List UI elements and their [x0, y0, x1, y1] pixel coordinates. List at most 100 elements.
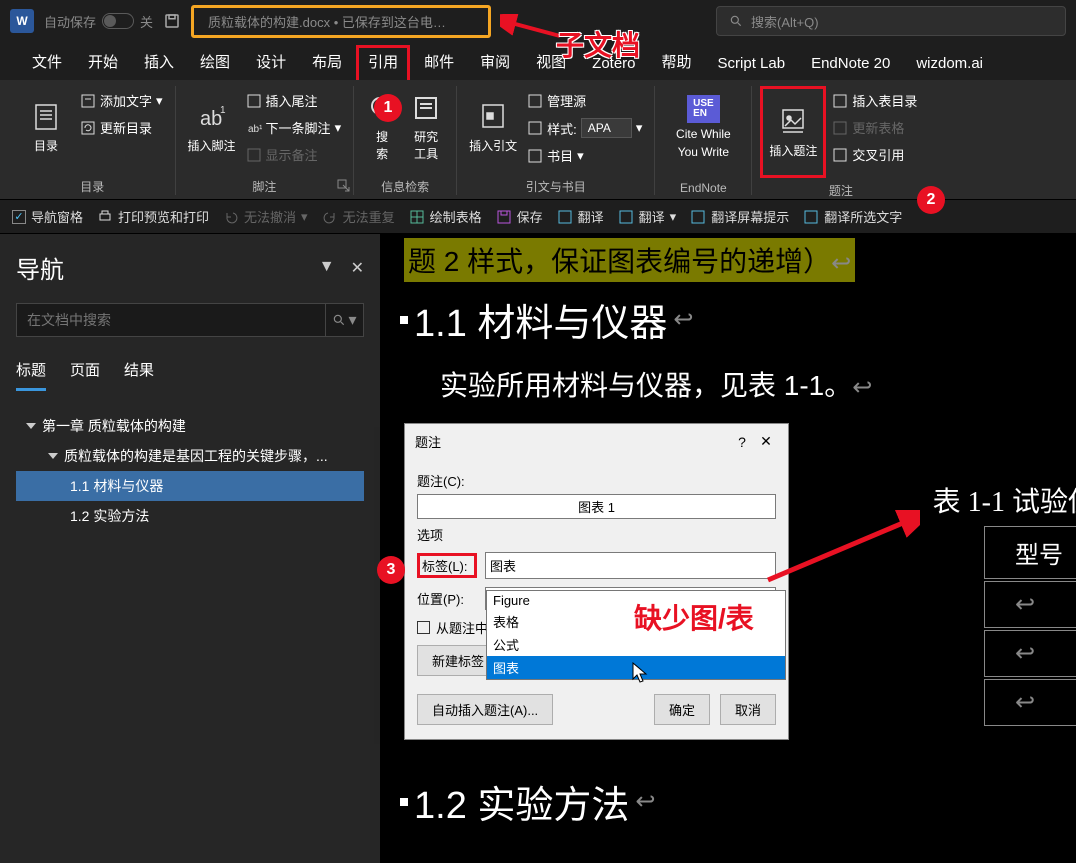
insert-footnote-button[interactable]: ab1 插入脚注: [184, 86, 240, 168]
translate-button-1[interactable]: 翻译: [557, 207, 604, 226]
nav-title: 导航 ▼ ✕: [16, 250, 364, 285]
heading-1-2: 1.2 实验方法↩: [400, 774, 656, 829]
show-notes-button: 显示备注: [242, 142, 346, 167]
search-input[interactable]: 搜索(Alt+Q): [716, 6, 1066, 36]
annotation-badge-3: 3: [377, 556, 405, 584]
checkbox-checked-icon: [12, 210, 26, 224]
close-icon[interactable]: ✕: [754, 433, 778, 450]
translate-hint-button[interactable]: 翻译屏幕提示: [690, 207, 789, 226]
search-icon: [729, 14, 743, 28]
document-title[interactable]: 质粒载体的构建.docx • 已保存到这台电…: [191, 5, 491, 38]
outline-item[interactable]: 1.2 实验方法: [16, 501, 364, 531]
ribbon-group-footnote: ab1 插入脚注 插入尾注 ab¹下一条脚注 ▾ 显示备注 脚注: [176, 86, 355, 195]
annotation-missing: 缺少图/表: [634, 597, 754, 637]
manage-sources-button[interactable]: 管理源: [523, 88, 646, 113]
group-label: 信息检索: [381, 174, 429, 195]
table-fragment: 型号 ↩ ↩ ↩: [982, 524, 1076, 728]
dialog-title: 题注: [415, 432, 730, 451]
tab-引用[interactable]: 引用: [356, 45, 410, 80]
chevron-down-icon[interactable]: ▼: [319, 258, 335, 278]
cancel-button[interactable]: 取消: [720, 694, 776, 725]
outline-item[interactable]: 1.1 材料与仪器: [16, 471, 364, 501]
update-table-button: 更新表格: [828, 115, 921, 140]
nav-tabs: 标题页面结果: [16, 359, 364, 391]
tab-插入[interactable]: 插入: [132, 45, 186, 80]
autosave-toggle[interactable]: 自动保存 关: [44, 12, 153, 31]
annotation-badge-2: 2: [917, 186, 945, 214]
exclude-checkbox[interactable]: [417, 621, 430, 634]
bibliography-button[interactable]: 书目 ▾: [523, 143, 646, 168]
navigation-pane: 导航 ▼ ✕ ▾ 标题页面结果 第一章 质粒载体的构建质粒载体的构建是基因工程的…: [0, 234, 380, 863]
annotation-badge-1: 1: [374, 94, 402, 122]
nav-tab-0[interactable]: 标题: [16, 359, 46, 391]
label-select[interactable]: 图表: [485, 552, 776, 579]
options-label: 选项: [417, 525, 776, 544]
dialog-launcher-icon[interactable]: [337, 179, 351, 193]
nav-tab-2[interactable]: 结果: [124, 359, 154, 391]
tab-文件[interactable]: 文件: [20, 45, 74, 80]
ribbon-group-caption: 插入题注 插入表目录 更新表格 交叉引用 题注: [752, 86, 929, 195]
cursor-icon: [632, 662, 650, 684]
insert-citation-button[interactable]: 插入引文: [465, 86, 521, 168]
translate-button-2[interactable]: 翻译 ▾: [618, 207, 677, 226]
tab-script lab[interactable]: Script Lab: [706, 49, 798, 80]
dialog-titlebar[interactable]: 题注 ? ✕: [405, 424, 788, 459]
word-app-icon: W: [10, 9, 34, 33]
add-text-button[interactable]: 添加文字 ▾: [76, 88, 167, 113]
tab-wizdom.ai[interactable]: wizdom.ai: [904, 49, 995, 80]
cite-while-you-write-button[interactable]: USE EN Cite While You Write: [663, 86, 743, 168]
insert-endnote-button[interactable]: 插入尾注: [242, 88, 346, 113]
citation-style-select[interactable]: 样式: APA ▾: [523, 115, 646, 141]
close-icon[interactable]: ✕: [351, 258, 364, 278]
tab-endnote 20[interactable]: EndNote 20: [799, 49, 902, 80]
search-icon: [332, 313, 346, 327]
translate-selection-button[interactable]: 翻译所选文字: [803, 207, 902, 226]
tab-布局[interactable]: 布局: [300, 45, 354, 80]
tab-开始[interactable]: 开始: [76, 45, 130, 80]
update-toc-button[interactable]: 更新目录: [76, 115, 167, 140]
group-label: 脚注: [252, 174, 276, 195]
tab-绘图[interactable]: 绘图: [188, 45, 242, 80]
nav-search[interactable]: ▾: [16, 303, 364, 337]
nav-search-button[interactable]: ▾: [326, 303, 364, 337]
help-icon[interactable]: ?: [730, 434, 754, 450]
caption-dialog: 题注 ? ✕ 题注(C): 选项 标签(L): 图表 位置(P): 从题注中 新…: [404, 423, 789, 740]
body-paragraph: 实验所用材料与仪器，见表 1-1。↩: [440, 364, 872, 404]
outline-item[interactable]: 质粒载体的构建是基因工程的关键步骤，...: [16, 441, 364, 471]
toc-button[interactable]: 目录: [18, 86, 74, 168]
nav-search-input[interactable]: [16, 303, 326, 337]
ribbon-group-toc: 目录 添加文字 ▾ 更新目录 目录: [10, 86, 176, 195]
tab-邮件[interactable]: 邮件: [412, 45, 466, 80]
print-preview-button[interactable]: 打印预览和打印: [97, 207, 209, 226]
outline-item[interactable]: 第一章 质粒载体的构建: [16, 411, 364, 441]
ribbon-group-endnote: USE EN Cite While You Write EndNote: [655, 86, 752, 195]
annotation-highlight-2: 插入题注: [760, 86, 826, 178]
heading-1-1: 1.1 材料与仪器↩: [400, 292, 694, 347]
auto-caption-button[interactable]: 自动插入题注(A)...: [417, 694, 553, 725]
tab-设计[interactable]: 设计: [244, 45, 298, 80]
tab-审阅[interactable]: 审阅: [468, 45, 522, 80]
annotation-sub-doc: 子文档: [556, 24, 640, 64]
ribbon-group-research: 搜 索 研究 工具 信息检索: [354, 86, 457, 195]
save-button[interactable]: 保存: [496, 207, 543, 226]
research-tools-button[interactable]: 研究 工具: [404, 86, 448, 168]
endnote-logo-icon: USE EN: [687, 95, 720, 123]
group-label: 目录: [80, 174, 104, 195]
highlighted-text: 题 2 样式，保证图表编号的递增）↩: [404, 238, 855, 282]
save-icon[interactable]: [163, 12, 181, 30]
group-label: 引文与书目: [526, 174, 586, 195]
ok-button[interactable]: 确定: [654, 694, 710, 725]
nav-tab-1[interactable]: 页面: [70, 359, 100, 391]
cross-reference-button[interactable]: 交叉引用: [828, 142, 921, 167]
insert-table-of-figures-button[interactable]: 插入表目录: [828, 88, 921, 113]
group-label: 题注: [829, 178, 853, 199]
toggle-off-icon[interactable]: [102, 13, 134, 29]
next-footnote-button[interactable]: ab¹下一条脚注 ▾: [242, 115, 346, 140]
nav-pane-toggle[interactable]: 导航窗格: [12, 207, 83, 226]
insert-caption-button[interactable]: 插入题注: [765, 91, 821, 173]
exclude-label: 从题注中: [436, 618, 488, 637]
draw-table-button[interactable]: 绘制表格: [409, 207, 482, 226]
ribbon-group-citation: 插入引文 管理源 样式: APA ▾ 书目 ▾ 引文与书目: [457, 86, 655, 195]
tab-帮助[interactable]: 帮助: [650, 45, 704, 80]
caption-input[interactable]: [417, 494, 776, 519]
